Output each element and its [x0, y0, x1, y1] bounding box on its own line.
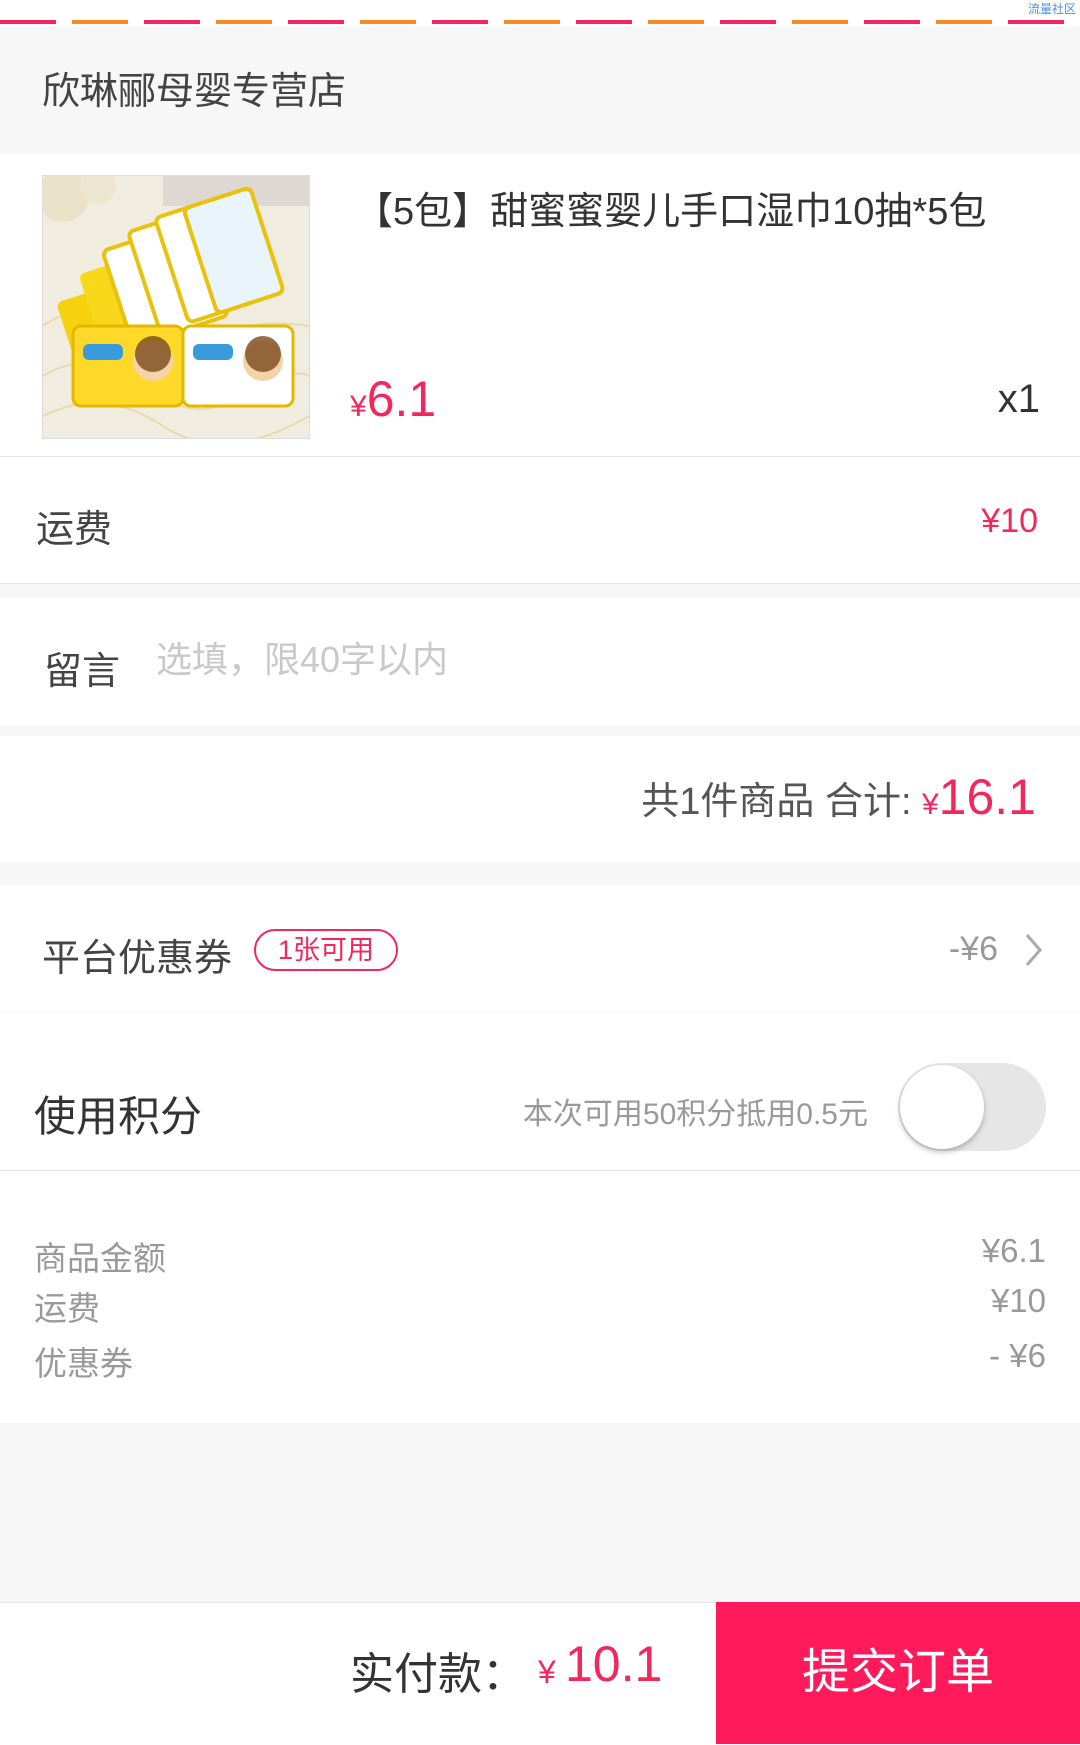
summary-label: 运费 — [34, 1290, 100, 1327]
order-count-text: 共1件商品 合计: — [641, 781, 912, 823]
watermark-text: 流量社区 — [1027, 2, 1076, 16]
freight-value: ¥10 — [981, 502, 1038, 540]
submit-order-button[interactable]: 提交订单 — [716, 1602, 1080, 1744]
shop-name: 欣琳郦母婴专营店 — [42, 71, 347, 113]
summary-label: 商品金额 — [34, 1240, 166, 1277]
product-title[interactable]: 【5包】甜蜜蜜婴儿手口湿巾10抽*5包 — [355, 180, 1055, 235]
dashed-border-line — [0, 20, 1080, 24]
price-value: 6.1 — [366, 371, 437, 427]
points-hint: 本次可用50积分抵用0.5元 — [522, 1098, 868, 1131]
freight-row — [0, 457, 1080, 583]
summary-value: - ¥6 — [989, 1337, 1046, 1374]
order-total-amount: 16.1 — [938, 769, 1036, 825]
pay-currency: ¥ — [538, 1654, 556, 1690]
order-total: 共1件商品 合计: ¥16.1 — [641, 768, 1036, 826]
coupon-available-badge: 1张可用 — [254, 929, 398, 971]
product-price: ¥6.1 — [350, 370, 436, 428]
price-currency: ¥ — [350, 390, 367, 423]
toggle-knob — [900, 1065, 984, 1149]
address-border-stripe — [0, 0, 1080, 26]
chevron-right-icon[interactable] — [1024, 932, 1044, 968]
summary-value: ¥10 — [990, 1282, 1046, 1319]
points-toggle[interactable] — [898, 1063, 1046, 1151]
product-thumbnail[interactable] — [42, 175, 310, 439]
product-quantity: x1 — [997, 377, 1040, 421]
summary-value: ¥6.1 — [981, 1232, 1046, 1269]
summary-label: 优惠券 — [34, 1345, 133, 1382]
message-label: 留言 — [44, 651, 121, 693]
price-summary — [0, 1171, 1080, 1423]
divider — [0, 583, 1080, 584]
coupon-discount-value: -¥6 — [948, 930, 998, 968]
pay-label: 实付款： — [350, 1650, 526, 1699]
coupon-label: 平台优惠券 — [42, 938, 233, 980]
message-input[interactable] — [156, 630, 956, 690]
points-label: 使用积分 — [34, 1093, 203, 1140]
freight-label: 运费 — [36, 509, 113, 551]
order-total-currency: ¥ — [921, 788, 939, 821]
product-image — [43, 176, 309, 438]
pay-amount: 10.1 — [565, 1636, 663, 1692]
